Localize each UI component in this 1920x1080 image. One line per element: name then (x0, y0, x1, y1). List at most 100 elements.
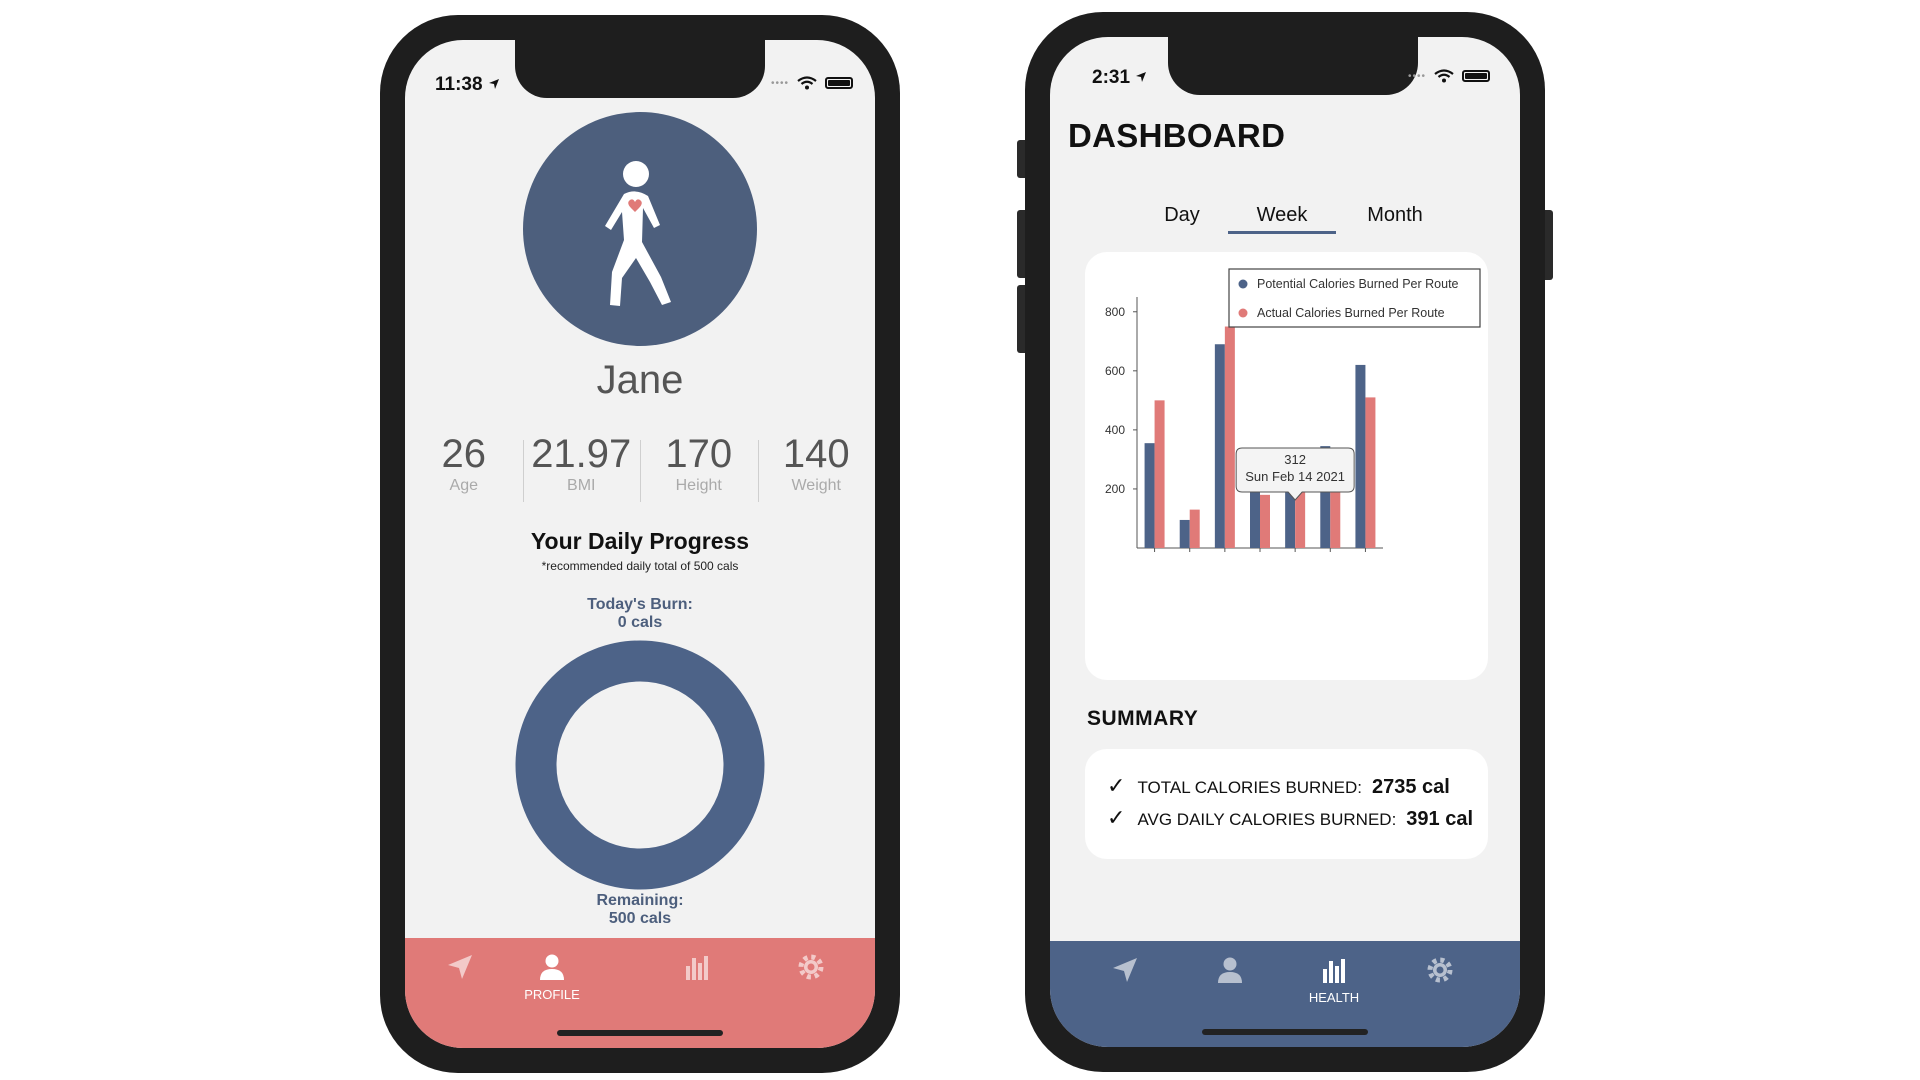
tab-settings[interactable] (1400, 955, 1480, 990)
tab-bar: HEALTH (1050, 941, 1520, 1047)
summary-label: AVG DAILY CALORIES BURNED: (1137, 810, 1397, 829)
home-indicator[interactable] (557, 1030, 723, 1036)
bar (1365, 397, 1376, 548)
tab-stats[interactable] (657, 952, 737, 987)
summary-value: 2735 cal (1371, 776, 1450, 798)
y-tick-label: 800 (1105, 305, 1125, 319)
segment-month[interactable]: Month (1350, 204, 1440, 227)
remaining-label: Remaining: (596, 892, 684, 909)
summary-row-total: ✓ TOTAL CALORIES BURNED: 2735 cal (1107, 773, 1450, 799)
summary-value: 391 cal (1406, 808, 1474, 830)
tooltip-date: Sun Feb 14 2021 (1245, 469, 1345, 484)
location-status-icon (488, 79, 499, 89)
tab-settings[interactable] (771, 952, 851, 987)
gear-icon (1427, 957, 1453, 983)
bars (1144, 326, 1376, 552)
y-tick-label: 400 (1105, 423, 1125, 437)
summary-row-avg: ✓ AVG DAILY CALORIES BURNED: 391 cal (1107, 805, 1473, 831)
progress-title: Your Daily Progress (530, 528, 750, 554)
avatar[interactable] (523, 112, 757, 346)
checkmark-icon: ✓ (1107, 805, 1126, 830)
home-indicator[interactable] (1202, 1029, 1368, 1035)
stats-row: 26 Age 21.97 BMI 170 Height 140 Weight (405, 432, 876, 502)
phone-dashboard: 2:31 •••• DASHBOARD Day Week Month 200 40… (1025, 12, 1545, 1072)
tab-label: PROFILE (524, 987, 580, 1002)
stat-value: 140 (782, 432, 850, 476)
tab-navigate[interactable] (420, 952, 500, 987)
progress-donut (515, 640, 765, 890)
dashboard-screen: 2:31 •••• DASHBOARD Day Week Month 200 40… (1050, 37, 1520, 1047)
signal-icon: •••• (1407, 70, 1426, 82)
legend-label: Potential Calories Burned Per Route (1257, 277, 1459, 291)
donut-remaining-ring (515, 640, 765, 890)
tab-health[interactable]: HEALTH (1294, 955, 1374, 1005)
stat-label: BMI (567, 477, 596, 494)
tab-bar: PROFILE (405, 938, 875, 1048)
summary-label: TOTAL CALORIES BURNED: (1137, 778, 1362, 797)
bar-chart-icon (1323, 959, 1345, 983)
stat-value: 21.97 (531, 432, 632, 476)
legend-label: Actual Calories Burned Per Route (1257, 306, 1445, 320)
y-tick-label: 200 (1105, 482, 1125, 496)
status-icons: •••• (771, 76, 853, 90)
battery-icon (825, 77, 853, 89)
power-button (1544, 210, 1553, 280)
checkmark-icon: ✓ (1107, 773, 1126, 798)
chart-legend: Potential Calories Burned Per Route Actua… (1228, 268, 1481, 328)
calories-bar-chart: 200 400 600 800 Potential Calories Burned P… (1105, 268, 1481, 552)
stat-value: 170 (665, 432, 733, 476)
bar (1179, 519, 1190, 548)
phone-profile: 11:38 •••• Jane 26 Age 21.97 BMI 170 Hei… (380, 15, 900, 1073)
chart-tooltip: 312 Sun Feb 14 2021 (1235, 447, 1355, 501)
bar (1214, 344, 1225, 548)
tooltip-value: 312 (1284, 452, 1306, 467)
segment-week[interactable]: Week (1242, 204, 1322, 227)
bar (1154, 400, 1165, 548)
remaining: Remaining: 500 cals (405, 892, 875, 928)
bar (1224, 326, 1235, 548)
bar (1189, 509, 1200, 548)
status-time: 2:31 (1092, 67, 1147, 89)
stat-weight: 140 Weight (757, 432, 876, 502)
person-icon (540, 954, 564, 980)
stat-height: 170 Height (640, 432, 758, 502)
location-arrow-icon (1113, 958, 1137, 982)
stat-value: 26 (441, 432, 487, 476)
bar (1260, 494, 1270, 548)
profile-screen: 11:38 •••• Jane 26 Age 21.97 BMI 170 Hei… (405, 40, 875, 1048)
remaining-value: 500 cals (608, 910, 672, 927)
burn-label: Today's Burn: (587, 596, 693, 613)
location-arrow-icon (448, 955, 472, 979)
wifi-icon (1434, 69, 1454, 83)
signal-icon: •••• (770, 77, 789, 89)
tab-profile[interactable]: PROFILE (512, 952, 592, 1002)
summary-card: ✓ TOTAL CALORIES BURNED: 2735 cal ✓ AVG … (1085, 749, 1488, 859)
stat-bmi: 21.97 BMI (522, 432, 641, 502)
summary-title: SUMMARY (1087, 707, 1199, 730)
notch (515, 40, 765, 98)
status-icons: •••• (1408, 69, 1490, 83)
legend-swatch (1238, 279, 1248, 289)
progress-note: *recommended daily total of 500 cals (541, 559, 739, 573)
todays-burn: Today's Burn: 0 cals (405, 596, 875, 632)
status-time: 11:38 (435, 74, 500, 96)
tab-profile[interactable] (1190, 955, 1270, 990)
tab-label: HEALTH (1308, 990, 1360, 1005)
person-icon (1218, 957, 1242, 983)
walking-person-icon (605, 161, 671, 306)
notch (1168, 37, 1418, 95)
y-tick-label: 600 (1105, 364, 1125, 378)
user-name: Jane (596, 358, 684, 402)
burn-value: 0 cals (617, 614, 663, 631)
stat-age: 26 Age (405, 432, 523, 495)
bar (1355, 364, 1366, 548)
wifi-icon (797, 76, 817, 90)
page-title: DASHBOARD (1068, 117, 1286, 154)
stat-label: Height (675, 477, 722, 494)
tab-navigate[interactable] (1085, 955, 1165, 990)
stat-label: Age (449, 477, 478, 494)
segment-selected-indicator (1228, 231, 1336, 234)
location-status-icon (1136, 72, 1147, 82)
chart-card: 200 400 600 800 Potential Calories Burned P… (1085, 252, 1488, 680)
segment-day[interactable]: Day (1142, 204, 1222, 227)
